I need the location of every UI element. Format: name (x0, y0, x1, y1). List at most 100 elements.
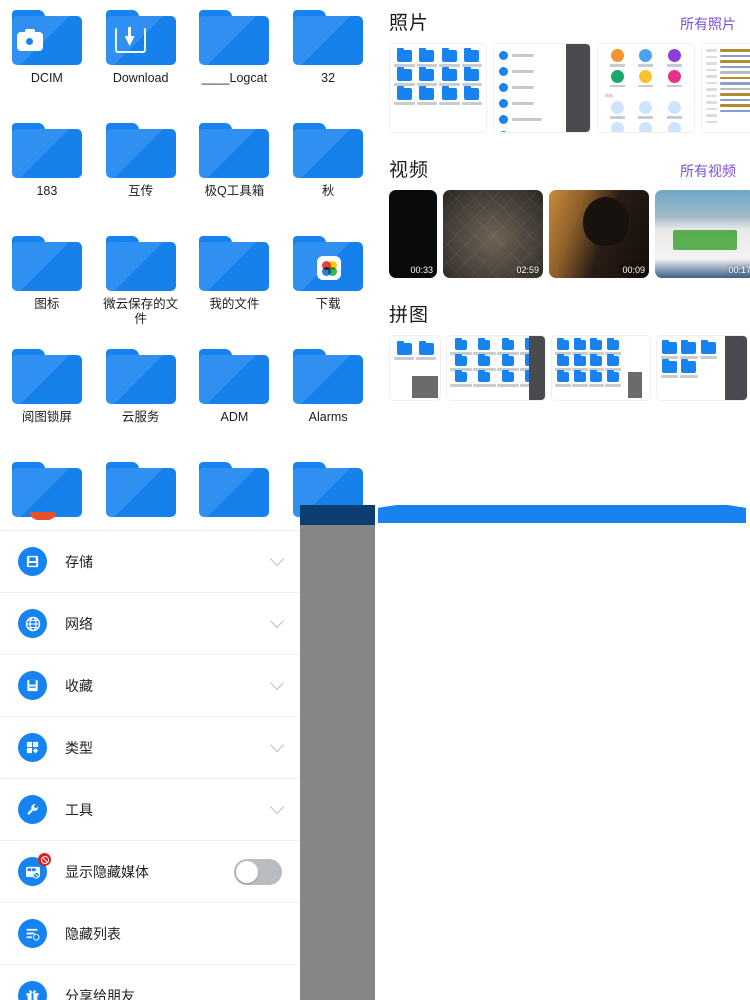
folder-icon (293, 123, 364, 178)
drawer-item-6[interactable]: 显示隐藏媒体 (0, 841, 300, 903)
folder-item[interactable]: 图标 (0, 230, 94, 343)
collage-thumbnail[interactable] (551, 335, 651, 401)
collage-thumbnail[interactable] (446, 335, 546, 401)
chevron-down-icon[interactable] (269, 675, 285, 691)
storage-icon (18, 547, 47, 576)
chevron-down-icon[interactable] (269, 737, 285, 753)
photo-thumbnail[interactable] (493, 43, 591, 133)
folder-item[interactable]: Download (94, 4, 188, 117)
thumb-folder-grid (390, 44, 486, 111)
videos-section-header: 视频 所有视频 (375, 155, 750, 182)
videos-thumbnail-strip[interactable]: 00:33 02:59 00:09 00:17 (375, 182, 750, 278)
videos-title: 视频 (389, 160, 430, 181)
video-thumbnail[interactable]: 00:17 (655, 190, 750, 278)
videos-section: 视频 所有视频 00:33 02:59 00:09 00:17 (375, 133, 750, 278)
video-thumbnail[interactable]: 02:59 (443, 190, 543, 278)
gift-icon (18, 981, 47, 1000)
hidden-list-icon (18, 919, 47, 948)
video-thumbnail[interactable]: 00:33 (389, 190, 437, 278)
folder-item[interactable]: 我的文件 (188, 230, 282, 343)
collage-thumbnail-strip[interactable] (375, 327, 750, 401)
folder-icon (105, 10, 176, 65)
folder-item[interactable]: 32 (281, 4, 375, 117)
app-icon (317, 256, 342, 280)
photos-title: 照片 (389, 13, 430, 34)
collage-thumbnail[interactable] (656, 335, 748, 401)
folder-item[interactable]: 下载 (281, 230, 375, 343)
folder-label: ____Logcat (201, 71, 268, 85)
folder-item[interactable]: 云服务 (94, 343, 188, 456)
folder-icon (293, 10, 364, 65)
video-duration: 02:59 (516, 265, 539, 275)
chevron-down-icon[interactable] (269, 613, 285, 629)
navigation-drawer: 存储网络收藏类型工具显示隐藏媒体隐藏列表分享给朋友 (0, 530, 300, 1000)
folder-icon (199, 10, 270, 65)
drawer-item-2[interactable]: 网络 (0, 593, 300, 655)
folder-label: 32 (321, 71, 336, 85)
all-videos-link[interactable]: 所有视频 (680, 161, 736, 181)
alert-badge-icon (38, 853, 51, 866)
folder-item[interactable]: ____Logcat (188, 4, 282, 117)
folder-label: 下载 (315, 297, 341, 311)
folder-grid: DCIM Download ____Logcat 32 183 互传 极Q工具箱 秋图标 微云保… (0, 0, 375, 569)
folder-icon (11, 123, 82, 178)
folder-icon (105, 349, 176, 404)
folder-item[interactable]: 秋 (281, 117, 375, 230)
photo-thumbnail[interactable] (701, 43, 750, 133)
drawer-item-3[interactable]: 收藏 (0, 655, 300, 717)
chevron-down-icon[interactable] (269, 551, 285, 567)
folder-label: Download (112, 71, 169, 85)
folder-item[interactable]: ADM (188, 343, 282, 456)
all-photos-link[interactable]: 所有照片 (680, 14, 736, 34)
folder-item[interactable]: 阅图锁屏 (0, 343, 94, 456)
drawer-item-label: 分享给朋友 (65, 987, 135, 1000)
show-hidden-media-toggle[interactable] (234, 858, 282, 885)
folder-label: DCIM (30, 71, 63, 85)
drawer-item-label: 存储 (65, 553, 93, 570)
photos-thumbnail-strip[interactable]: 网络 (375, 35, 750, 133)
drawer-item-1[interactable]: 存储 (0, 531, 300, 593)
folder-item[interactable]: DCIM (0, 4, 94, 117)
drawer-item-7[interactable]: 隐藏列表 (0, 903, 300, 965)
folder-icon (199, 236, 270, 291)
drawer-item-label: 工具 (65, 801, 93, 818)
folder-item[interactable]: 极Q工具箱 (188, 117, 282, 230)
drawer-item-label: 收藏 (65, 677, 93, 694)
drawer-item-8[interactable]: 分享给朋友 (0, 965, 300, 1000)
video-duration: 00:09 (622, 265, 645, 275)
drawer-item-label: 网络 (65, 615, 93, 632)
scrim-top-bar (300, 505, 375, 525)
blue-divider-bar (378, 505, 746, 523)
video-thumbnail[interactable]: 00:09 (549, 190, 649, 278)
chevron-down-icon[interactable] (269, 799, 285, 815)
thumb-dim-strip (566, 44, 590, 132)
drawer-item-label: 隐藏列表 (65, 925, 121, 942)
folder-item[interactable]: Alarms (281, 343, 375, 456)
folder-label: 秋 (321, 184, 335, 198)
collage-thumbnail[interactable] (389, 335, 441, 401)
media-overview-panel: 照片 所有照片 网络 视频 所有视频 00:33 02:59 00:09 00:… (375, 0, 750, 1000)
folder-label: 云服务 (121, 410, 160, 424)
thumb-category-icons (598, 44, 694, 92)
folder-icon (11, 349, 82, 404)
folder-item[interactable]: 183 (0, 117, 94, 230)
red-marker-icon (29, 512, 56, 520)
drawer-item-4[interactable]: 类型 (0, 717, 300, 779)
folder-label: 我的文件 (209, 297, 260, 311)
folder-item[interactable]: 互传 (94, 117, 188, 230)
scrim-overlay[interactable] (300, 505, 375, 1000)
folder-icon (105, 236, 176, 291)
folder-label: 互传 (128, 184, 154, 198)
photo-thumbnail[interactable]: 网络 (597, 43, 695, 133)
photo-thumbnail[interactable] (389, 43, 487, 133)
folder-item[interactable]: 微云保存的文件 (94, 230, 188, 343)
folder-label: 183 (36, 184, 58, 198)
drawer-item-5[interactable]: 工具 (0, 779, 300, 841)
folder-icon (199, 349, 270, 404)
folder-icon (199, 123, 270, 178)
drawer-item-list: 存储网络收藏类型工具显示隐藏媒体隐藏列表分享给朋友 (0, 531, 300, 1000)
folder-icon (11, 462, 82, 520)
folder-label: 极Q工具箱 (204, 184, 265, 198)
photos-section-header: 照片 所有照片 (375, 8, 750, 35)
app-root: DCIM Download ____Logcat 32 183 互传 极Q工具箱 秋图标 微云保… (0, 0, 750, 1000)
